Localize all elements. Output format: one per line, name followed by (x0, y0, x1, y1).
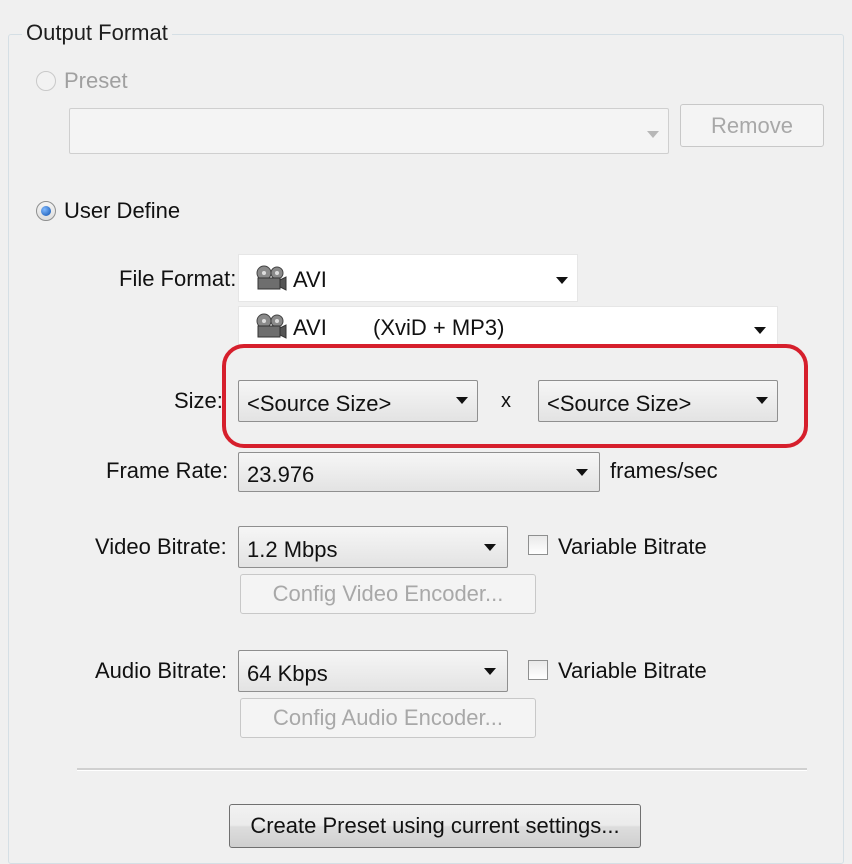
film-reel-icon (256, 265, 287, 291)
frame-rate-combo[interactable]: 23.976 (238, 452, 600, 492)
video-bitrate-combo[interactable]: 1.2 Mbps (238, 526, 508, 568)
video-bitrate-label: Video Bitrate: (95, 534, 227, 559)
group-title: Output Format (22, 20, 172, 46)
video-variable-bitrate-label: Variable Bitrate (558, 534, 707, 559)
chevron-down-icon (556, 277, 568, 284)
create-preset-button[interactable]: Create Preset using current settings... (229, 804, 641, 848)
user-define-label: User Define (64, 198, 181, 223)
file-format-value: AVI (293, 267, 327, 292)
chevron-down-icon (484, 544, 496, 551)
size-highlight-annotation (222, 344, 808, 448)
frame-rate-value: 23.976 (247, 462, 315, 487)
video-variable-bitrate-checkbox[interactable] (528, 535, 548, 555)
config-video-encoder-button[interactable]: Config Video Encoder... (240, 574, 536, 614)
user-define-radio[interactable] (36, 201, 56, 221)
size-label: Size: (174, 388, 223, 413)
video-bitrate-value: 1.2 Mbps (247, 537, 338, 562)
audio-variable-bitrate-label: Variable Bitrate (558, 658, 707, 683)
audio-bitrate-value: 64 Kbps (247, 661, 328, 686)
codec-name: AVI (293, 315, 327, 340)
audio-variable-bitrate-checkbox[interactable] (528, 660, 548, 680)
chevron-down-icon (647, 131, 659, 138)
file-format-combo[interactable]: AVI (238, 254, 578, 302)
config-audio-encoder-button[interactable]: Config Audio Encoder... (240, 698, 536, 738)
chevron-down-icon (576, 469, 588, 476)
codec-combo[interactable]: AVI (XviD + MP3) (238, 306, 778, 348)
file-format-label: File Format: (119, 266, 237, 291)
codec-detail: (XviD + MP3) (373, 315, 505, 340)
chevron-down-icon (484, 668, 496, 675)
remove-button[interactable]: Remove (680, 104, 824, 147)
film-reel-icon (256, 313, 287, 339)
audio-bitrate-combo[interactable]: 64 Kbps (238, 650, 508, 692)
radio-selected-dot (41, 206, 51, 216)
preset-combo[interactable] (69, 108, 669, 154)
divider (77, 768, 807, 771)
output-format-groupbox (8, 34, 844, 864)
preset-radio[interactable] (36, 71, 56, 91)
frame-rate-label: Frame Rate: (106, 458, 229, 483)
frame-rate-unit: frames/sec (610, 458, 718, 483)
chevron-down-icon (754, 327, 766, 334)
audio-bitrate-label: Audio Bitrate: (95, 658, 228, 683)
preset-label: Preset (64, 68, 128, 93)
